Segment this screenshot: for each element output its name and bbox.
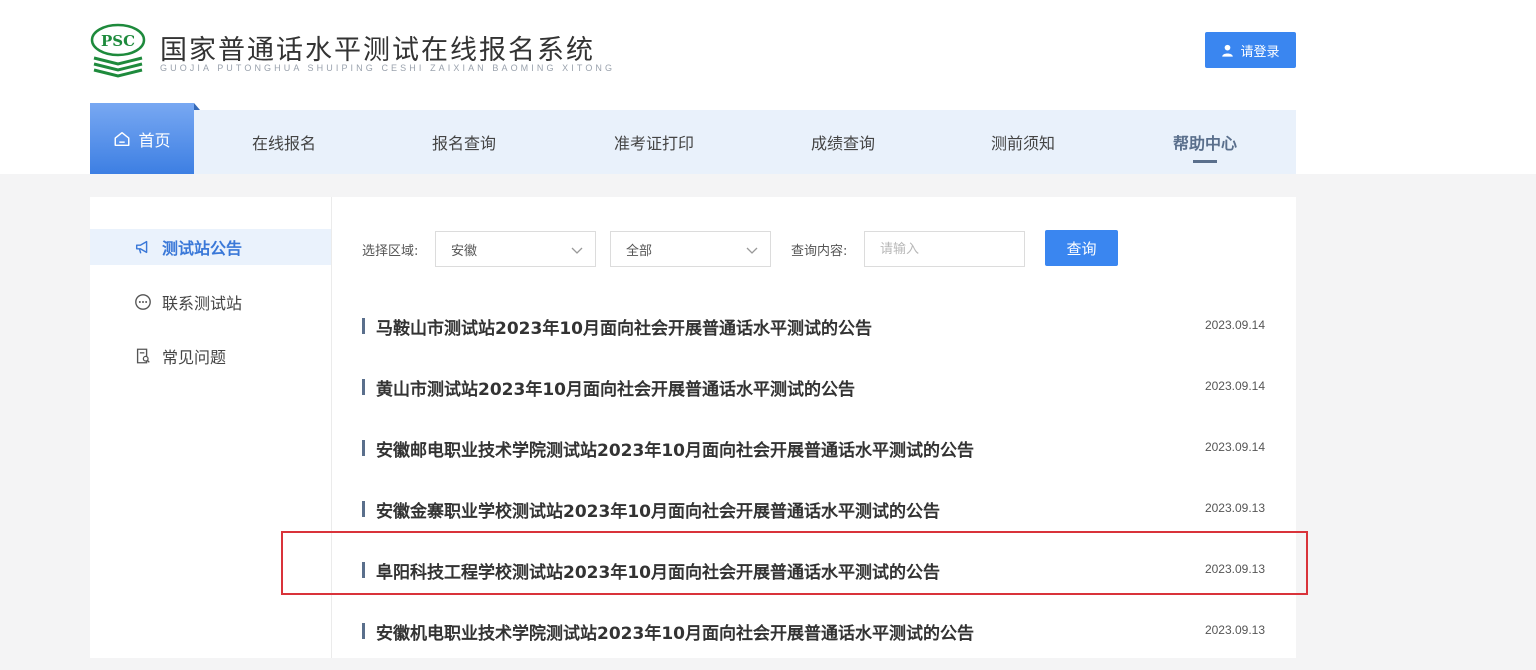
sidebar-item-label: 联系测试站 xyxy=(162,294,243,313)
notice-date: 2023.09.13 xyxy=(1204,623,1265,637)
home-icon xyxy=(115,131,130,146)
notice-title: 阜阳科技工程学校测试站2023年10月面向社会开展普通话水平测试的公告 xyxy=(376,563,940,583)
sidebar-item-label: 测试站公告 xyxy=(162,239,243,258)
notice-date: 2023.09.14 xyxy=(1204,440,1265,454)
notice-title: 安徽邮电职业技术学院测试站2023年10月面向社会开展普通话水平测试的公告 xyxy=(376,441,974,461)
notice-title: 马鞍山市测试站2023年10月面向社会开展普通话水平测试的公告 xyxy=(376,319,872,339)
query-label: 查询内容: xyxy=(791,244,848,259)
nav-home-notch xyxy=(194,103,200,110)
chat-bubble-icon xyxy=(135,294,151,310)
nav-online-registration[interactable]: 在线报名 xyxy=(194,110,374,174)
nav-home-label: 首页 xyxy=(138,130,171,150)
sidebar-item-faq[interactable]: 常见问题 xyxy=(90,338,331,374)
notice-date: 2023.09.14 xyxy=(1204,318,1265,332)
region-label: 选择区域: xyxy=(362,244,419,259)
logo-text: PSC xyxy=(101,32,135,50)
city-value: 全部 xyxy=(626,243,653,259)
notice-marker xyxy=(362,623,365,639)
nav-home[interactable]: 首页 xyxy=(90,103,200,174)
notice-marker xyxy=(362,318,365,334)
site-subtitle: GUOJIA PUTONGHUA SHUIPING CESHI ZAIXIAN … xyxy=(160,63,616,73)
province-select[interactable]: 安徽 xyxy=(435,231,596,267)
notice-marker xyxy=(362,440,365,456)
nav-active-underline xyxy=(1193,160,1217,163)
nav-registration-query[interactable]: 报名查询 xyxy=(374,110,554,174)
notice-row[interactable]: 马鞍山市测试站2023年10月面向社会开展普通话水平测试的公告 2023.09.… xyxy=(332,304,1296,365)
site-title: 国家普通话水平测试在线报名系统 xyxy=(160,35,595,66)
notice-row[interactable]: 黄山市测试站2023年10月面向社会开展普通话水平测试的公告 2023.09.1… xyxy=(332,365,1296,426)
sidebar-item-label: 常见问题 xyxy=(162,348,227,367)
province-value: 安徽 xyxy=(451,243,478,259)
query-input[interactable] xyxy=(864,231,1025,267)
nav-admission-ticket[interactable]: 准考证打印 xyxy=(554,110,754,174)
notice-marker xyxy=(362,562,365,578)
login-label: 请登录 xyxy=(1240,44,1280,60)
notice-date: 2023.09.14 xyxy=(1204,379,1265,393)
notice-row[interactable]: 安徽机电职业技术学院测试站2023年10月面向社会开展普通话水平测试的公告 20… xyxy=(332,609,1296,670)
notice-marker xyxy=(362,501,365,517)
sidebar-item-contact-station[interactable]: 联系测试站 xyxy=(90,284,331,320)
notice-title: 安徽机电职业技术学院测试站2023年10月面向社会开展普通话水平测试的公告 xyxy=(376,624,974,644)
nav-test-notice[interactable]: 测前须知 xyxy=(932,110,1114,174)
document-search-icon xyxy=(136,348,150,364)
city-select[interactable]: 全部 xyxy=(610,231,771,267)
search-button[interactable]: 查询 xyxy=(1045,230,1118,266)
user-icon xyxy=(1222,44,1234,57)
sidebar-item-station-notices[interactable]: 测试站公告 xyxy=(90,229,331,265)
chevron-down-icon xyxy=(746,247,758,254)
notice-date: 2023.09.13 xyxy=(1204,501,1265,515)
login-button[interactable]: 请登录 xyxy=(1205,32,1296,68)
nav-score-query[interactable]: 成绩查询 xyxy=(754,110,932,174)
notice-date: 2023.09.13 xyxy=(1204,562,1265,576)
psc-logo: PSC xyxy=(90,22,146,78)
notice-row[interactable]: 安徽金寨职业学校测试站2023年10月面向社会开展普通话水平测试的公告 2023… xyxy=(332,487,1296,548)
megaphone-icon xyxy=(135,240,148,254)
notice-marker xyxy=(362,379,365,395)
notice-row[interactable]: 安徽邮电职业技术学院测试站2023年10月面向社会开展普通话水平测试的公告 20… xyxy=(332,426,1296,487)
notice-title: 安徽金寨职业学校测试站2023年10月面向社会开展普通话水平测试的公告 xyxy=(376,502,940,522)
notice-title: 黄山市测试站2023年10月面向社会开展普通话水平测试的公告 xyxy=(376,380,855,400)
nav-help-center[interactable]: 帮助中心 xyxy=(1114,110,1296,174)
notice-row[interactable]: 阜阳科技工程学校测试站2023年10月面向社会开展普通话水平测试的公告 2023… xyxy=(332,548,1296,609)
chevron-down-icon xyxy=(571,247,583,254)
